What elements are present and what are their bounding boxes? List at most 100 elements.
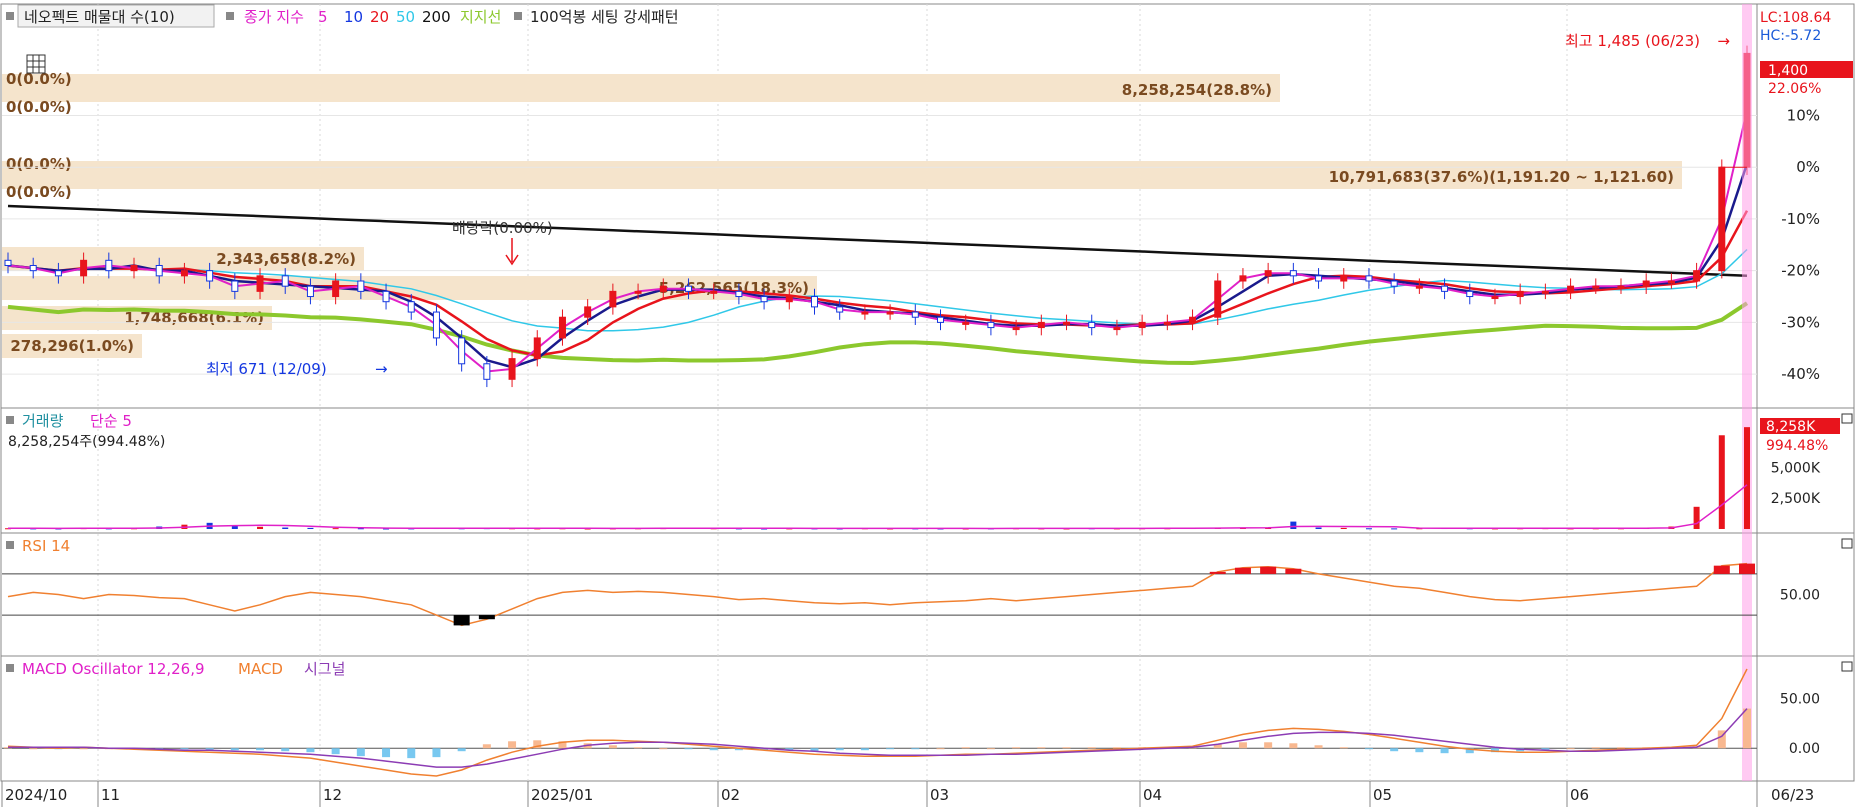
candle xyxy=(710,290,718,294)
macd-oscillator-bar xyxy=(256,748,265,751)
macd-oscillator-bar xyxy=(911,748,920,750)
candle xyxy=(785,296,793,303)
macd-oscillator-bar xyxy=(482,744,491,749)
macd-oscillator-bar xyxy=(306,748,315,753)
rsi-oversold-fill xyxy=(453,615,470,626)
macd-oscillator-bar xyxy=(356,748,365,757)
x-tick-label: 02 xyxy=(721,786,740,804)
macd-oscillator-bar xyxy=(1390,748,1399,752)
legend-ma-period: 20 xyxy=(370,8,389,26)
legend-bullet-icon xyxy=(226,12,234,20)
volume-profile-band xyxy=(2,74,1280,102)
macd-panel-axis xyxy=(1756,655,1855,782)
macd-oscillator-bar xyxy=(230,748,239,751)
volume-panel[interactable] xyxy=(0,407,1758,534)
candle xyxy=(1138,321,1146,329)
price-pct-value: 22.06% xyxy=(1768,81,1821,97)
legend-ma-period: 50 xyxy=(396,8,415,26)
x-tick-label: 2025/01 xyxy=(531,786,593,804)
macd-oscillator-bar xyxy=(508,741,517,749)
legend-bullet-icon xyxy=(514,12,522,20)
macd-oscillator-bar xyxy=(886,748,895,750)
macd-y-tick: 50.00 xyxy=(1780,692,1820,708)
candle xyxy=(1088,321,1096,329)
legend-ma-period: 200 xyxy=(422,8,451,26)
stock-chart[interactable]: 8,258,254(28.8%) 0(0.0%) 0(0.0%) 10,791,683… xyxy=(0,0,1855,807)
macd-oscillator-bar xyxy=(835,748,844,751)
candle xyxy=(130,264,138,272)
macd-oscillator-bar xyxy=(860,748,869,751)
rsi-y-tick: 50.00 xyxy=(1780,588,1820,604)
candle xyxy=(357,280,365,292)
legend-ma-period: 10 xyxy=(344,8,363,26)
macd-oscillator-bar xyxy=(180,748,189,750)
candle xyxy=(1718,166,1726,272)
macd-oscillator-bar xyxy=(1037,747,1046,749)
candle xyxy=(861,311,869,315)
lc-value: LC:108.64 xyxy=(1760,10,1831,26)
candle xyxy=(1592,285,1600,289)
legend-ma-period: 5 xyxy=(318,8,328,26)
candle xyxy=(937,316,945,323)
macd-oscillator-bar xyxy=(1012,747,1021,749)
x-tick-label: 03 xyxy=(930,786,949,804)
volume-bar xyxy=(1315,527,1322,529)
candle xyxy=(533,337,541,360)
volume-bar xyxy=(1365,528,1372,530)
chart-svg[interactable]: 8,258,254(28.8%) 0(0.0%) 0(0.0%) 10,791,683… xyxy=(0,0,1855,807)
legend-bullet-icon xyxy=(6,416,14,424)
candle xyxy=(1189,316,1197,323)
legend-bullet-icon xyxy=(6,541,14,549)
candle xyxy=(1516,290,1524,298)
macd-oscillator-bar xyxy=(1087,747,1096,749)
candle xyxy=(180,270,188,277)
price-panel[interactable] xyxy=(0,3,1758,409)
macd-oscillator-bar xyxy=(1566,748,1575,750)
dividend-annotation: 배당락(0.00%) xyxy=(452,219,553,237)
macd-oscillator-bar xyxy=(432,748,441,758)
x-tick-label: 05 xyxy=(1373,786,1392,804)
macd-oscillator-bar xyxy=(79,748,88,750)
x-tick-label: 06 xyxy=(1570,786,1589,804)
legend-bullet-icon xyxy=(6,664,14,672)
candle xyxy=(886,311,894,315)
volume-subtitle: 8,258,254주(994.48%) xyxy=(8,434,165,450)
price-y-tick: -20% xyxy=(1781,262,1820,280)
candle xyxy=(1667,280,1675,284)
low-arrow-icon: → xyxy=(375,360,388,378)
rsi-panel[interactable] xyxy=(0,532,1758,657)
candle xyxy=(1037,321,1045,329)
volume-profile-label: 8,258,254(28.8%) xyxy=(1122,81,1272,99)
rsi-overbought-fill xyxy=(1285,568,1302,574)
candle xyxy=(1214,280,1222,318)
candle xyxy=(1239,275,1247,282)
close-icon[interactable] xyxy=(1841,538,1853,549)
close-icon[interactable] xyxy=(1841,413,1853,424)
candle xyxy=(735,290,743,298)
volume-bar xyxy=(1693,506,1700,529)
volume-bar xyxy=(1290,521,1297,529)
volume-bar xyxy=(332,528,339,530)
rsi-title: RSI 14 xyxy=(22,537,70,555)
high-annotation: 최고 1,485 (06/23) xyxy=(1565,32,1700,50)
grid-icon[interactable] xyxy=(26,54,46,74)
legend-symbol: 네오펙트 매물대 수(10) xyxy=(24,8,175,26)
candle xyxy=(1466,290,1474,298)
candle xyxy=(810,296,818,308)
volume-bar xyxy=(1718,435,1725,529)
candle xyxy=(1441,285,1449,292)
volume-last-pct: 994.48% xyxy=(1766,438,1828,454)
candle xyxy=(1617,285,1625,289)
candle xyxy=(1693,270,1701,282)
macd-oscillator-bar xyxy=(634,747,643,749)
candle xyxy=(1541,290,1549,294)
candle xyxy=(483,363,491,380)
macd-legend-signal: 시그널 xyxy=(304,660,345,678)
close-icon[interactable] xyxy=(1841,661,1853,672)
candle xyxy=(962,321,970,325)
macd-oscillator-bar xyxy=(407,748,416,759)
rsi-overbought-fill xyxy=(1713,565,1730,574)
rsi-overbought-fill xyxy=(1209,571,1226,574)
macd-oscillator-bar xyxy=(1314,745,1323,749)
candle xyxy=(29,264,37,272)
